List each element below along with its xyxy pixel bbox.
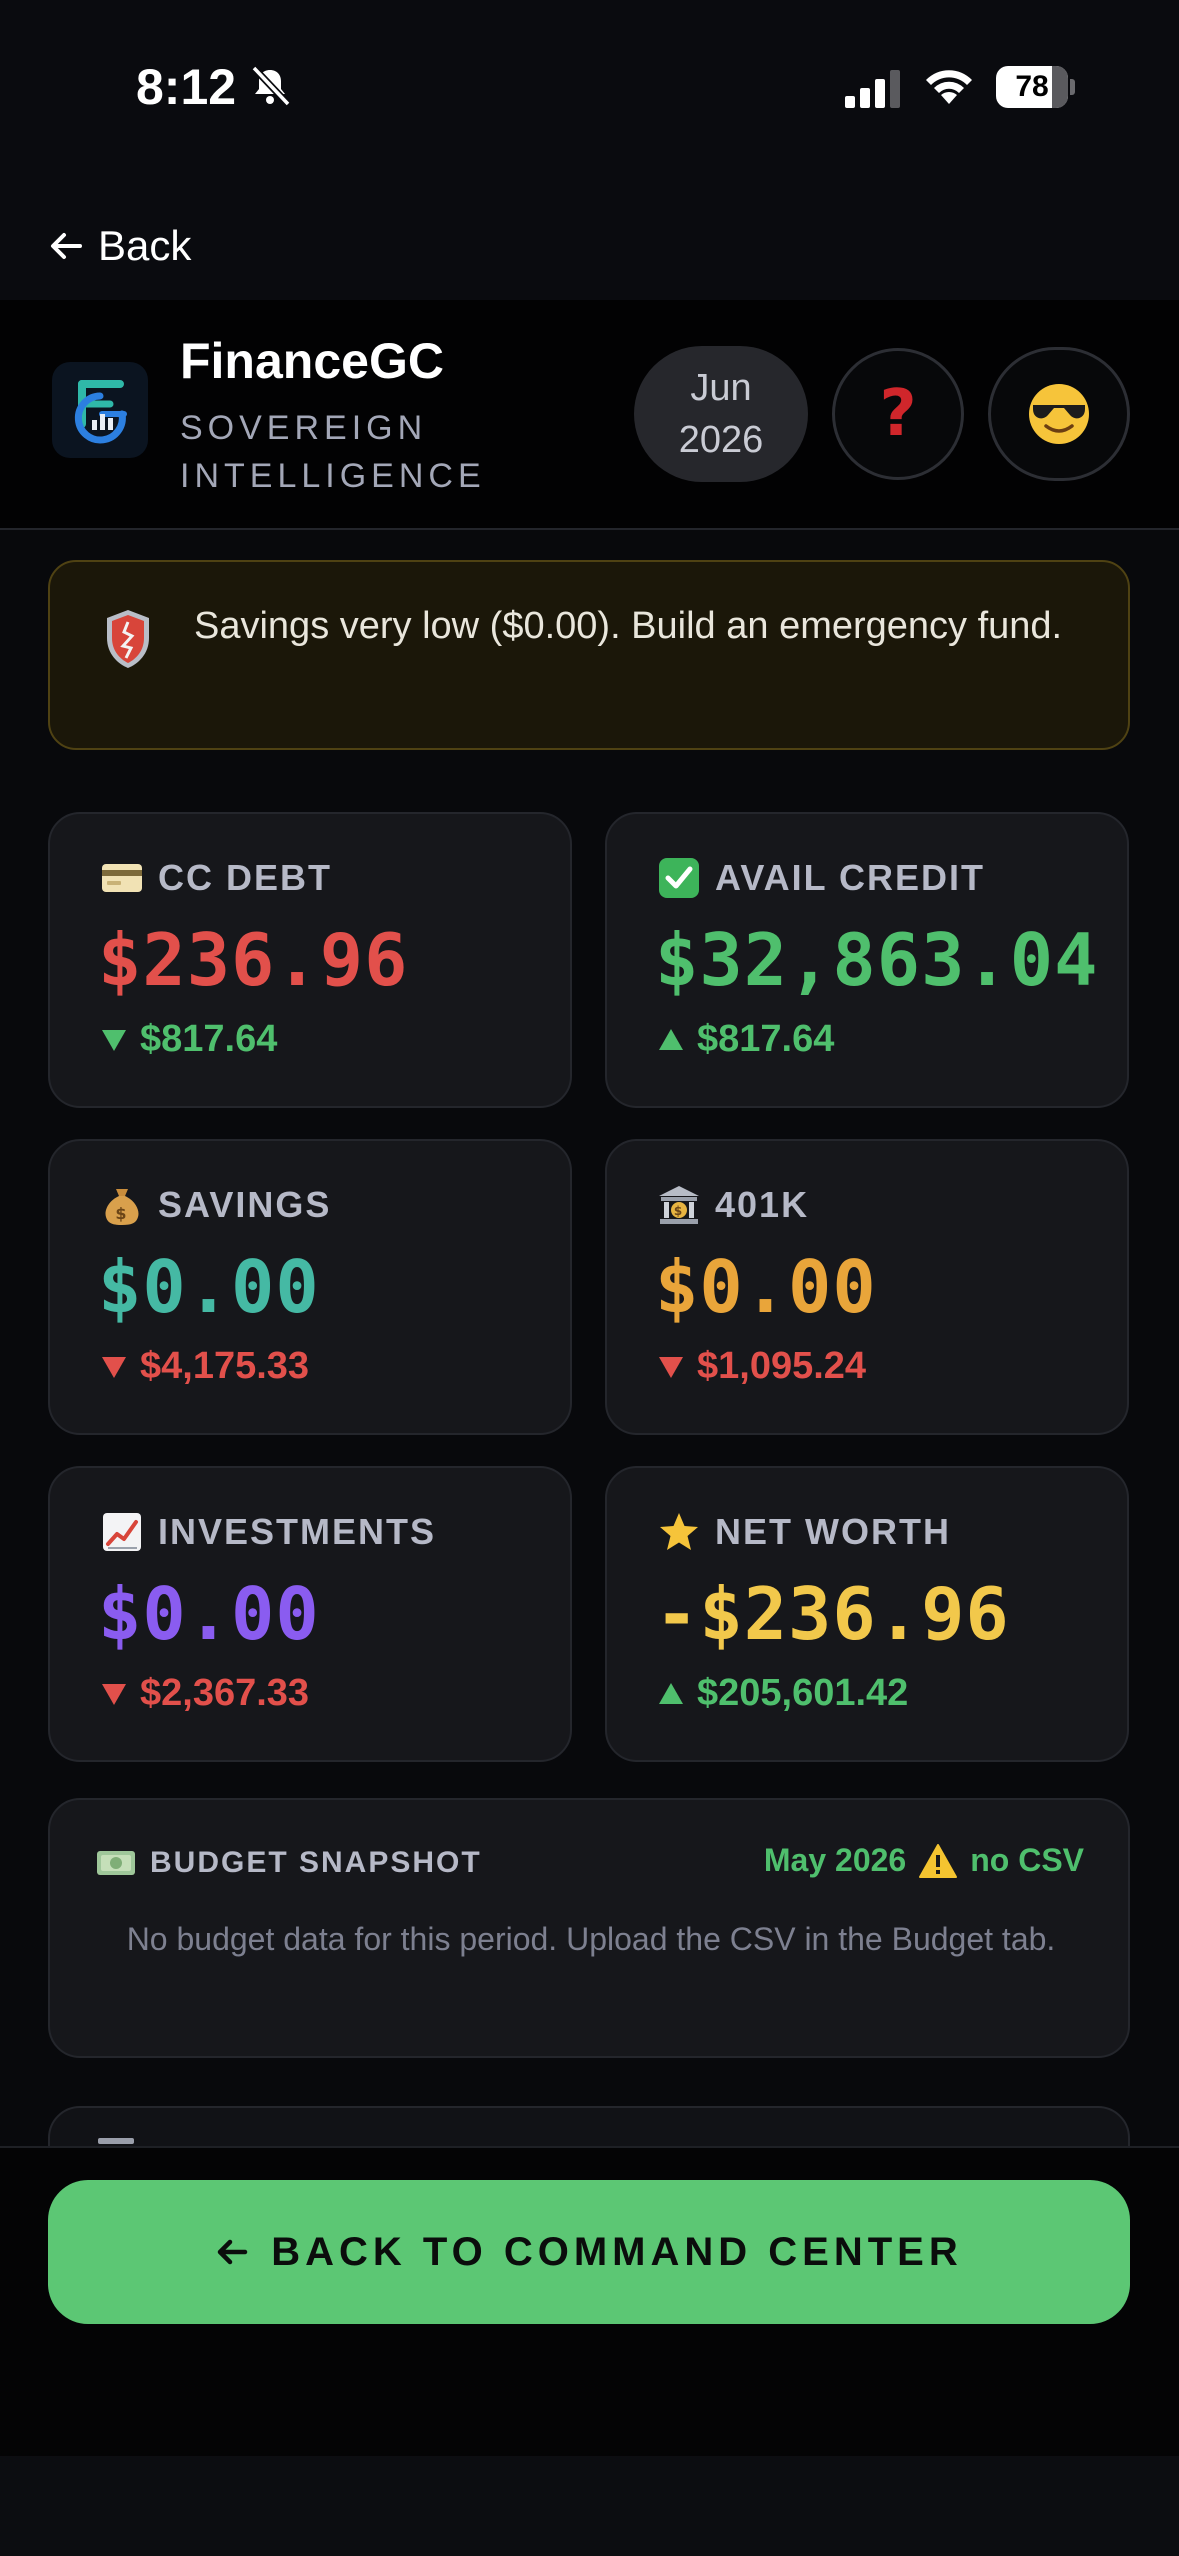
metric-delta-value: $4,175.33: [140, 1345, 310, 1387]
metric-label: AVAIL CREDIT: [715, 857, 986, 898]
metric-delta: $817.64: [657, 1018, 834, 1061]
metric-value: $32,863.04: [655, 918, 1099, 1002]
metric-delta: $1,095.24: [657, 1345, 866, 1388]
metric-value: $0.00: [98, 1572, 320, 1656]
app-logo: [52, 362, 148, 458]
budget-period: May 2026: [763, 1842, 907, 1878]
metric-value: -$236.96: [655, 1572, 1010, 1656]
star-icon: [657, 1510, 701, 1554]
triangle-up-icon: [657, 1027, 685, 1053]
period-year: 2026: [678, 419, 764, 461]
metric-card-savings[interactable]: $ SAVINGS $0.00 $4,175.33: [48, 1139, 572, 1435]
status-bar: 8:12 78: [0, 0, 1179, 180]
metric-label-row: CC DEBT: [100, 856, 332, 900]
shield-icon: [107, 610, 149, 668]
warning-icon: [919, 1843, 958, 1878]
home-indicator-area: [0, 2456, 1179, 2556]
wifi-icon: [926, 70, 972, 104]
cellular-signal-icon: [845, 70, 900, 108]
battery-percent: 78: [1015, 70, 1049, 103]
metric-delta-value: $817.64: [140, 1018, 278, 1060]
budget-title: BUDGET SNAPSHOT: [150, 1846, 482, 1879]
triangle-up-icon: [657, 1681, 685, 1707]
triangle-down-icon: [100, 1681, 128, 1707]
triangle-down-icon: [100, 1027, 128, 1053]
alert-message: Savings very low ($0.00). Build an emerg…: [194, 605, 1063, 647]
bell-slash-icon: [251, 65, 291, 107]
metric-value: $236.96: [98, 918, 409, 1002]
financegc-logo-icon: [74, 380, 127, 444]
metric-delta: $817.64: [100, 1018, 277, 1061]
metric-value: $0.00: [655, 1245, 877, 1329]
app-tagline: SOVEREIGN INTELLIGENCE: [180, 409, 486, 495]
metric-delta: $205,601.42: [657, 1672, 908, 1715]
metric-label: NET WORTH: [715, 1511, 951, 1552]
metric-delta-value: $817.64: [697, 1018, 835, 1060]
period-selector[interactable]: Jun 2026: [634, 346, 808, 482]
metric-card-avail-credit[interactable]: AVAIL CREDIT $32,863.04 $817.64: [605, 812, 1129, 1108]
back-label: Back: [98, 222, 192, 269]
metric-label-row: $ SAVINGS: [100, 1183, 331, 1227]
question-mark-icon: ?: [879, 377, 917, 451]
metric-label: CC DEBT: [158, 857, 332, 898]
app-header: FinanceGC SOVEREIGN INTELLIGENCE Jun 202…: [0, 300, 1179, 530]
metric-delta: $2,367.33: [100, 1672, 309, 1715]
sunglasses-face-icon: [1029, 384, 1089, 444]
metric-delta-value: $205,601.42: [697, 1672, 909, 1714]
budget-status: May 2026 no CSV: [764, 1842, 1084, 1879]
metric-label-row: NET WORTH: [657, 1510, 951, 1554]
metric-value: $0.00: [98, 1245, 320, 1329]
metric-label: SAVINGS: [158, 1184, 332, 1225]
chart-up-icon: [100, 1510, 144, 1554]
help-button[interactable]: ?: [832, 348, 964, 480]
metric-label-row: $401K: [657, 1183, 809, 1227]
back-to-command-center-button[interactable]: BACK TO COMMAND CENTER: [48, 2180, 1130, 2324]
profile-button[interactable]: [988, 347, 1130, 481]
budget-csv-status: no CSV: [970, 1842, 1084, 1878]
savings-alert-banner: Savings very low ($0.00). Build an emerg…: [48, 560, 1130, 750]
metric-label: INVESTMENTS: [158, 1511, 437, 1552]
svg-text:$: $: [115, 1204, 128, 1223]
arrow-left-icon: [51, 233, 82, 259]
app-title: FinanceGC: [180, 333, 444, 389]
metric-label: 401K: [715, 1184, 810, 1225]
metric-card-investments[interactable]: INVESTMENTS $0.00 $2,367.33: [48, 1466, 572, 1762]
bank-icon: $: [657, 1183, 701, 1227]
period-month: Jun: [690, 367, 752, 409]
status-time: 8:12: [136, 59, 237, 115]
credit-card-icon: [100, 856, 144, 900]
cta-label: BACK TO COMMAND CENTER: [271, 2229, 963, 2274]
metric-label-row: INVESTMENTS: [100, 1510, 436, 1554]
triangle-down-icon: [657, 1354, 685, 1380]
back-button[interactable]: Back: [48, 218, 191, 274]
triangle-down-icon: [100, 1354, 128, 1380]
check-box-icon: [657, 856, 701, 900]
nav-bar: Back: [0, 180, 1179, 300]
arrow-left-icon: [218, 2239, 248, 2265]
metric-label-row: AVAIL CREDIT: [657, 856, 985, 900]
metric-card-cc-debt[interactable]: CC DEBT $236.96 $817.64: [48, 812, 572, 1108]
metric-delta-value: $2,367.33: [140, 1672, 310, 1714]
bottom-action-bar: BACK TO COMMAND CENTER: [0, 2146, 1179, 2456]
metric-delta-value: $1,095.24: [697, 1345, 867, 1387]
money-bag-icon: $: [100, 1183, 144, 1227]
budget-empty-message: No budget data for this period. Upload t…: [126, 1921, 1056, 1957]
svg-text:$: $: [674, 1204, 684, 1218]
budget-title-row: BUDGET SNAPSHOT: [96, 1846, 482, 1880]
metric-card-401k[interactable]: $401K $0.00 $1,095.24: [605, 1139, 1129, 1435]
battery-indicator: 78: [996, 66, 1076, 108]
metric-delta: $4,175.33: [100, 1345, 309, 1388]
dollar-bill-icon: [97, 1851, 135, 1875]
metric-card-net-worth[interactable]: NET WORTH -$236.96 $205,601.42: [605, 1466, 1129, 1762]
budget-snapshot-card[interactable]: BUDGET SNAPSHOT May 2026 no CSV No budge…: [48, 1798, 1130, 2058]
